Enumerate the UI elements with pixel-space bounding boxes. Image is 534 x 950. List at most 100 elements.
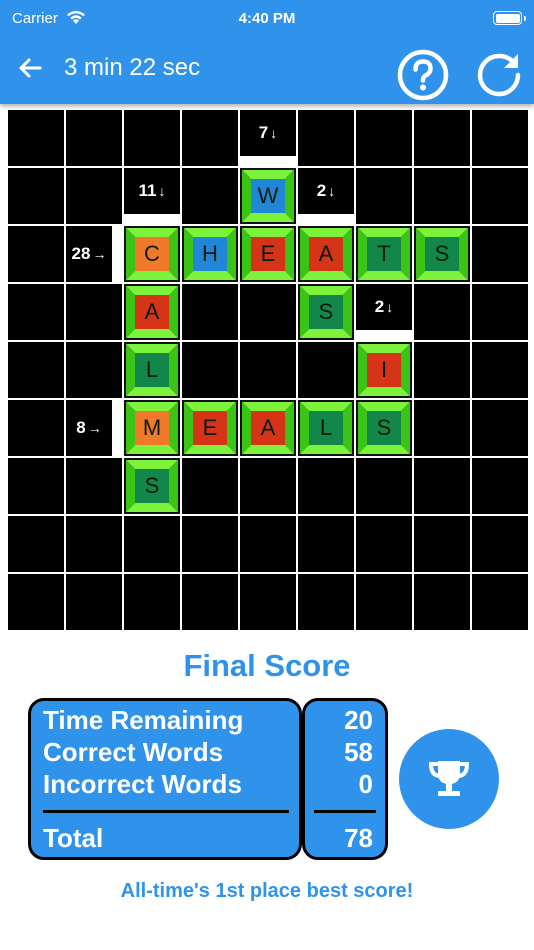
board-cell-empty — [66, 458, 122, 514]
board-cell-empty — [8, 226, 64, 282]
letter-tile[interactable]: A — [124, 284, 180, 340]
board-cell-empty — [414, 342, 470, 398]
incorrect-words-label: Incorrect Words — [43, 769, 242, 799]
board-cell-empty — [472, 168, 528, 224]
help-circle-icon[interactable] — [396, 48, 450, 102]
trophy-icon — [428, 761, 470, 796]
tile-letter: S — [367, 411, 401, 445]
board-cell-empty — [472, 458, 528, 514]
arrow-left-icon[interactable] — [16, 54, 44, 82]
arrow-down-icon: ↓ — [386, 299, 394, 315]
tile-letter: L — [309, 411, 343, 445]
board-cell-empty — [182, 284, 238, 340]
score-divider — [314, 810, 376, 813]
letter-tile[interactable]: T — [356, 226, 412, 282]
letter-tile[interactable]: E — [240, 226, 296, 282]
tile-letter: E — [251, 237, 285, 271]
board-cell-empty — [182, 516, 238, 572]
board-cell-empty — [124, 110, 180, 166]
board-cell-empty — [356, 168, 412, 224]
tile-letter: T — [367, 237, 401, 271]
tile-letter: C — [135, 237, 169, 271]
tile-letter: S — [425, 237, 459, 271]
board-cell-empty — [240, 574, 296, 630]
trophy-button[interactable] — [399, 729, 499, 829]
board-cell-empty — [414, 400, 470, 456]
board-cell-empty — [472, 226, 528, 282]
board-cell-empty — [414, 516, 470, 572]
letter-tile[interactable]: M — [124, 400, 180, 456]
clue-number: 2 — [374, 297, 385, 316]
board-cell-empty — [182, 458, 238, 514]
best-score-message: All-time's 1st place best score! — [120, 880, 414, 902]
board-cell-empty — [472, 110, 528, 166]
board-cell-empty — [66, 284, 122, 340]
board-cell-empty — [356, 110, 412, 166]
final-score-title: Final Score — [183, 648, 351, 683]
board-cell-empty — [472, 400, 528, 456]
board-cell-empty — [356, 516, 412, 572]
letter-tile[interactable]: E — [182, 400, 238, 456]
letter-tile[interactable]: S — [356, 400, 412, 456]
board-cell-empty — [472, 342, 528, 398]
header-bar: Carrier 4:40 PM 3 min 22 sec — [0, 0, 534, 104]
board-cell-empty — [472, 516, 528, 572]
board-cell-empty — [240, 516, 296, 572]
clue-number: 2 — [316, 181, 327, 200]
tile-letter: A — [309, 237, 343, 271]
board-cell-empty — [8, 400, 64, 456]
letter-tile[interactable]: A — [298, 226, 354, 282]
clue-cell: 2 ↓ — [356, 284, 412, 340]
board-cell-empty — [8, 458, 64, 514]
score-values-panel: 20 58 0 78 — [302, 698, 388, 860]
arrow-right-icon: → — [87, 420, 102, 436]
letter-tile[interactable]: S — [414, 226, 470, 282]
score-labels-panel: Time Remaining Correct Words Incorrect W… — [28, 698, 302, 860]
board-cell-empty — [414, 284, 470, 340]
arrow-down-icon: ↓ — [328, 183, 336, 199]
clue-number: 11 — [138, 181, 157, 200]
board-cell-empty — [356, 458, 412, 514]
board-cell-empty — [414, 168, 470, 224]
board-cell-empty — [124, 574, 180, 630]
board-cell-empty — [8, 516, 64, 572]
board-cell-empty — [240, 458, 296, 514]
board-cell-empty — [472, 574, 528, 630]
letter-tile[interactable]: A — [240, 400, 296, 456]
letter-tile[interactable]: C — [124, 226, 180, 282]
board-cell-empty — [124, 516, 180, 572]
arrow-down-icon: ↓ — [270, 125, 278, 141]
letter-tile[interactable]: I — [356, 342, 412, 398]
tile-letter: E — [193, 411, 227, 445]
board-cell-empty — [8, 284, 64, 340]
arrow-right-icon: → — [92, 246, 107, 262]
tile-letter: I — [367, 353, 401, 387]
board-cell-empty — [182, 342, 238, 398]
tile-letter: L — [135, 353, 169, 387]
board-cell-empty — [66, 110, 122, 166]
timer-label: 3 min 22 sec — [64, 54, 201, 81]
tile-letter: A — [251, 411, 285, 445]
board-cell-empty — [414, 458, 470, 514]
letter-tile[interactable]: L — [298, 400, 354, 456]
board-cell-empty — [472, 284, 528, 340]
letter-tile[interactable]: S — [124, 458, 180, 514]
board-cell-empty — [298, 516, 354, 572]
correct-words-label: Correct Words — [43, 737, 224, 767]
board-cell-empty — [8, 574, 64, 630]
letter-tile[interactable]: W — [240, 168, 296, 224]
clue-cell: 11 ↓ — [124, 168, 180, 224]
board-cell-empty — [298, 110, 354, 166]
arrow-down-icon: ↓ — [158, 183, 166, 199]
time-remaining-value: 20 — [344, 705, 373, 735]
letter-tile[interactable]: H — [182, 226, 238, 282]
restart-icon[interactable] — [472, 48, 526, 102]
board-cell-empty — [66, 168, 122, 224]
crossword-board: 7 ↓ 11 ↓ W 2 ↓ 28 → C H E A T S A S 2 ↓ L I 8 → M E A L S S — [8, 110, 529, 631]
board-cell-empty — [414, 574, 470, 630]
letter-tile[interactable]: S — [298, 284, 354, 340]
board-cell-empty — [182, 168, 238, 224]
letter-tile[interactable]: L — [124, 342, 180, 398]
status-time: 4:40 PM — [238, 10, 296, 27]
board-cell-empty — [182, 574, 238, 630]
